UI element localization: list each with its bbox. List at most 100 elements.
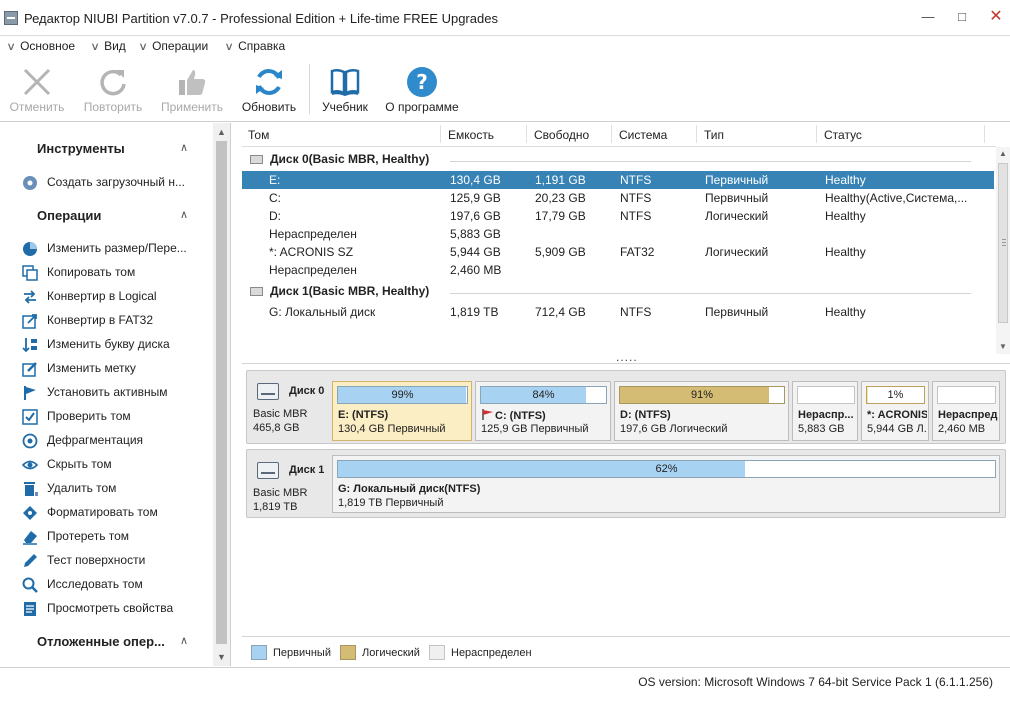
status-bar: OS version: Microsoft Windows 7 64-bit S…	[0, 667, 1010, 704]
disk-map: Диск 0 Basic MBR 465,8 GB 99% E: (NTFS) …	[242, 365, 1010, 635]
flag-icon	[24, 386, 36, 400]
book-icon	[330, 68, 360, 97]
legend-swatch	[429, 645, 445, 660]
redo-button[interactable]: Повторить	[78, 58, 148, 122]
apply-button[interactable]: Применить	[155, 58, 229, 122]
scroll-down-icon[interactable]: ▼	[213, 650, 230, 664]
tools-section-title[interactable]: Инструменты	[37, 141, 125, 156]
window-title: Редактор NIUBI Partition v7.0.7 - Profes…	[24, 11, 498, 26]
column-header-filesystem[interactable]: Система	[619, 128, 667, 142]
hard-disk-icon	[257, 383, 279, 400]
help-icon: ?	[407, 67, 437, 97]
column-header-capacity[interactable]: Емкость	[448, 128, 494, 142]
chevron-down-icon: ∨	[90, 41, 100, 53]
scrollbar-thumb[interactable]	[216, 141, 227, 644]
chevron-up-icon[interactable]: ∧	[180, 141, 188, 154]
chevron-up-icon[interactable]: ∧	[180, 634, 188, 647]
usage-bar: 62%	[337, 460, 996, 478]
pencil-icon	[24, 554, 37, 567]
table-row[interactable]: *: ACRONIS SZ 5,944 GB 5,909 GB FAT32 Ло…	[242, 243, 994, 261]
legend-swatch	[340, 645, 356, 660]
refresh-icon	[256, 69, 282, 95]
usage-bar	[797, 386, 855, 404]
about-button[interactable]: ? О программе	[380, 58, 464, 122]
undo-button[interactable]: Отменить	[4, 58, 70, 122]
refresh-button[interactable]: Обновить	[236, 58, 302, 122]
disk-row[interactable]: Диск 0 Basic MBR 465,8 GB 99% E: (NTFS) …	[246, 370, 1006, 444]
pending-section-title[interactable]: Отложенные опер...	[37, 634, 165, 649]
menu-help[interactable]: ∨ Справка	[224, 39, 285, 55]
usage-bar: 1%	[866, 386, 925, 404]
close-button[interactable]: ✕	[987, 9, 1005, 25]
table-row[interactable]: Нераспределен 2,460 MB	[242, 261, 994, 279]
format-icon	[23, 506, 37, 520]
convert-icon	[24, 290, 36, 304]
column-header-status[interactable]: Статус	[824, 128, 862, 142]
edit-icon	[22, 362, 37, 377]
minimize-icon: —	[921, 9, 935, 24]
column-header-volume[interactable]: Том	[248, 128, 269, 142]
table-scrollbar[interactable]: ▲ ▼	[996, 147, 1010, 354]
title-bar: Редактор NIUBI Partition v7.0.7 - Profes…	[0, 0, 1010, 36]
partition-block[interactable]: 62% G: Локальный диск(NTFS) 1,819 TB Пер…	[332, 455, 1000, 513]
table-row[interactable]: D: 197,6 GB 17,79 GB NTFS Логический Hea…	[242, 207, 994, 225]
legend-swatch	[251, 645, 267, 660]
hard-disk-icon	[257, 462, 279, 479]
toolbar: Отменить Повторить Применить Обновить Уч…	[0, 58, 1010, 122]
delete-icon	[24, 482, 38, 496]
scrollbar-thumb[interactable]	[998, 163, 1008, 323]
resize-icon	[23, 242, 37, 256]
tutorial-button[interactable]: Учебник	[316, 58, 374, 122]
usage-bar	[937, 386, 996, 404]
menu-operations[interactable]: ∨ Операции	[138, 39, 208, 55]
table-row[interactable]: E: 130,4 GB 1,191 GB NTFS Первичный Heal…	[242, 171, 994, 189]
scroll-up-icon[interactable]: ▲	[996, 147, 1010, 160]
chevron-up-icon[interactable]: ∧	[180, 208, 188, 221]
sort-icon	[22, 338, 37, 353]
partition-block[interactable]: 84% C: (NTFS) 125,9 GB Первичный	[475, 381, 611, 441]
scroll-up-icon[interactable]: ▲	[213, 125, 230, 139]
disk-group-header[interactable]: Диск 0(Basic MBR, Healthy)	[246, 149, 971, 169]
usage-bar: 91%	[619, 386, 785, 404]
chevron-down-icon: ∨	[224, 41, 234, 53]
column-header-free[interactable]: Свободно	[534, 128, 589, 142]
disk-group-header[interactable]: Диск 1(Basic MBR, Healthy)	[246, 281, 971, 301]
menu-main[interactable]: ∨ Основное	[6, 39, 75, 55]
left-panel-scrollbar[interactable]: ▲ ▼	[213, 123, 230, 666]
chevron-down-icon: ∨	[138, 41, 148, 53]
close-icon: ✕	[989, 8, 1003, 25]
menu-view[interactable]: ∨ Вид	[90, 39, 126, 55]
table-row[interactable]: G: Локальный диск 1,819 TB 712,4 GB NTFS…	[242, 303, 994, 321]
undo-icon	[23, 68, 51, 96]
left-panel: Инструменты ∧ Создать загрузочный н... О…	[0, 123, 231, 666]
more-indicator: .....	[616, 350, 638, 364]
menu-bar: ∨ Основное ∨ Вид ∨ Операции ∨ Справка	[0, 37, 1010, 57]
flag-icon	[482, 409, 493, 420]
table-row[interactable]: Нераспределен 5,883 GB	[242, 225, 994, 243]
thumbs-up-icon	[179, 70, 206, 95]
column-header-type[interactable]: Тип	[704, 128, 724, 142]
maximize-button[interactable]: □	[953, 9, 971, 25]
properties-icon	[24, 602, 36, 616]
copy-icon	[22, 265, 38, 281]
convert-box-icon	[22, 314, 37, 329]
defrag-icon	[22, 433, 38, 449]
os-version-text: OS version: Microsoft Windows 7 64-bit S…	[638, 675, 993, 689]
operations-section-title[interactable]: Операции	[37, 208, 101, 223]
partition-block[interactable]: Нераспр... 5,883 GB	[792, 381, 858, 441]
eraser-icon	[23, 531, 37, 545]
search-icon	[22, 577, 38, 593]
legend: Первичный Логический Нераспределен	[242, 636, 1010, 666]
partition-block[interactable]: 99% E: (NTFS) 130,4 GB Первичный	[332, 381, 472, 441]
partition-block[interactable]: 1% *: ACRONIS SZ 5,944 GB Л...	[861, 381, 929, 441]
app-icon	[4, 11, 18, 25]
disk-row[interactable]: Диск 1 Basic MBR 1,819 TB 62% G: Локальн…	[246, 449, 1006, 518]
eye-icon	[22, 460, 38, 470]
toolbar-separator	[309, 64, 310, 114]
table-header: Том Емкость Свободно Система Тип Статус	[242, 123, 996, 147]
scroll-down-icon[interactable]: ▼	[996, 340, 1010, 353]
partition-block[interactable]: Нераспред... 2,460 MB	[932, 381, 1000, 441]
table-row[interactable]: C: 125,9 GB 20,23 GB NTFS Первичный Heal…	[242, 189, 994, 207]
partition-block[interactable]: 91% D: (NTFS) 197,6 GB Логический	[614, 381, 789, 441]
minimize-button[interactable]: —	[919, 9, 937, 25]
